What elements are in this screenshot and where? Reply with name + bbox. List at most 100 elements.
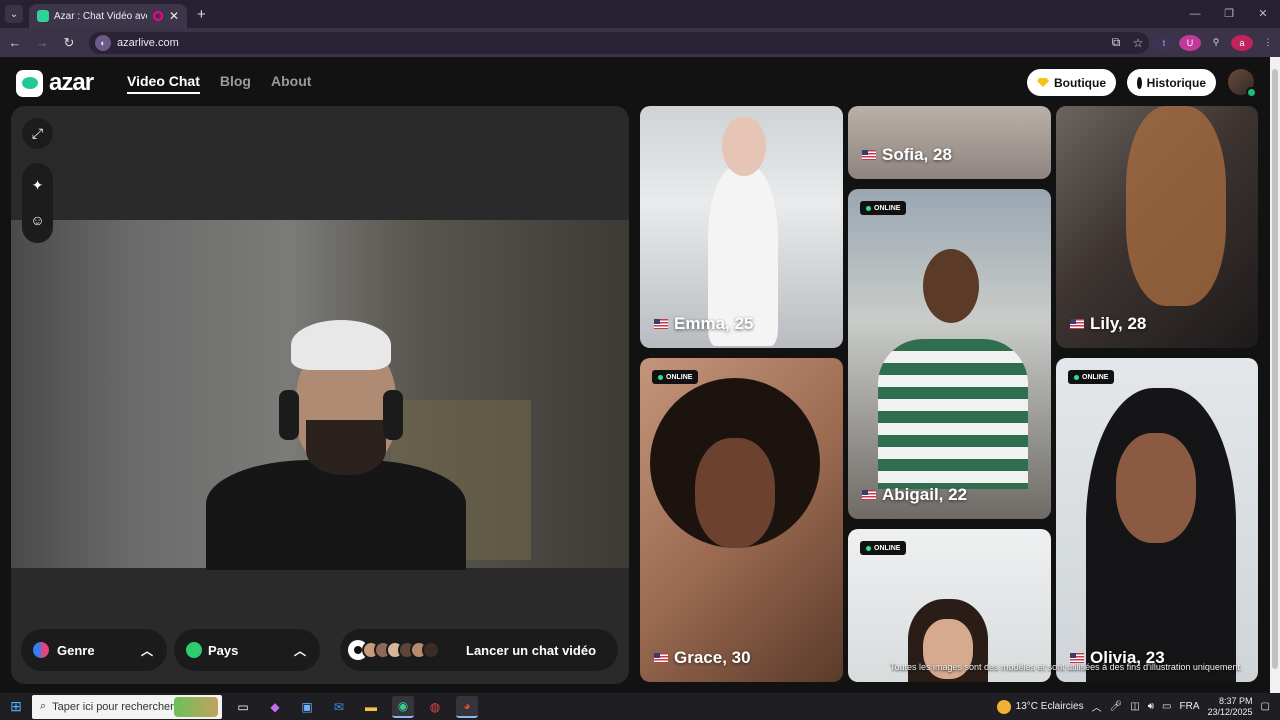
page-scrollbar[interactable] [1270,57,1280,693]
genre-filter[interactable]: Genre ︿ [21,629,167,671]
reload-icon[interactable]: ↻ [57,35,81,51]
browser-menu-icon[interactable]: ⋮ [1257,35,1279,51]
forward-icon[interactable]: → [30,35,54,50]
profile-card[interactable]: ONLINE Grace, 30 [640,358,843,682]
weather-widget[interactable]: 13°C Eclaircies [996,699,1084,714]
extension-t-icon[interactable]: t [1153,34,1175,51]
historique-label: Historique [1146,75,1206,90]
notifications-icon[interactable]: ▢ [1261,701,1270,712]
profile-name: Emma, 25 [654,314,753,334]
browser-tabbar: ⌄ Azar : Chat Vidéo avec de n ✕ + — ❐ ✕ [0,0,1280,28]
network-icon[interactable]: ◫ [1130,701,1139,712]
clock-time: 8:37 PM [1219,695,1253,706]
bookmark-star-icon[interactable]: ☆ [1127,36,1149,50]
tray-chevron-icon[interactable]: ︿ [1092,699,1102,714]
face-filter-icon[interactable]: ☺ [22,204,53,235]
genre-label: Genre [57,642,95,658]
webcam-preview [11,220,629,570]
disclaimer-text: Toutes les images sont des modèles et so… [890,662,1243,672]
store-icon[interactable]: ▣ [296,696,318,718]
profile-card[interactable]: Emma, 25 [640,106,843,348]
chevron-up-icon: ︿ [293,644,306,658]
us-flag-icon [1070,319,1084,329]
profile-name: Abigail, 22 [862,485,967,505]
azar-logo[interactable]: azar [16,69,94,97]
window-controls: — ❐ ✕ [1178,0,1280,28]
chrome-icon[interactable]: ◕ [456,695,478,718]
historique-button[interactable]: Historique [1127,69,1216,96]
windows-taskbar: ⊞ ⌕ Taper ici pour rechercher ▭ ◆ ▣ ✉ ▬ … [0,693,1280,720]
system-tray: 13°C Eclaircies ︿ 🎤︎ ◫ 🔊︎ ▭ FRA 8:37 PM … [996,693,1280,720]
nav-blog[interactable]: Blog [220,73,251,94]
profile-card[interactable]: ONLINE [848,529,1051,682]
profile-card[interactable]: ONLINE Olivia, 23 [1056,358,1258,682]
us-flag-icon [654,319,668,329]
profile-icon[interactable]: a [1231,34,1253,51]
fullscreen-icon[interactable]: ⤢ [22,118,53,149]
profile-name: Sofia, 28 [862,145,952,165]
us-flag-icon [862,150,876,160]
start-label: Lancer un chat vidéo [466,642,597,658]
boutique-button[interactable]: Boutique [1027,69,1116,96]
volume-icon[interactable]: 🔊︎ [1148,701,1154,712]
install-app-icon[interactable]: ⧉ [1105,35,1127,50]
clock-date: 23/12/2025 [1207,706,1253,717]
online-badge: ONLINE [652,370,699,384]
nav-about[interactable]: About [271,73,311,94]
back-icon[interactable]: ← [3,35,27,50]
search-highlight-image [174,696,218,717]
extension-u-icon[interactable]: U [1179,34,1201,51]
close-window-icon[interactable]: ✕ [1246,0,1280,28]
profile-name: Lily, 28 [1070,314,1146,334]
outlook-icon[interactable]: ✉ [328,696,350,718]
profile-name: Grace, 30 [654,648,751,668]
globe-icon [186,642,202,658]
sparkle-effects-icon[interactable]: ✦ [22,170,53,201]
diamond-icon [1037,78,1049,87]
search-placeholder: Taper ici pour rechercher [52,700,174,713]
profile-card[interactable]: ONLINE Abigail, 22 [848,189,1051,519]
gender-icon [33,642,49,658]
battery-icon[interactable]: ▭ [1162,701,1171,712]
profile-card[interactable]: Sofia, 28 [848,106,1051,179]
extensions-puzzle-icon[interactable]: ⚲ [1205,35,1227,51]
recording-icon [152,11,163,21]
address-bar-row: ← → ↻ ◐ azarlive.com ⧉ ☆ t U ⚲ a ⋮ [0,28,1280,57]
azar-favicon-icon [37,10,49,22]
language-indicator[interactable]: FRA [1180,701,1200,712]
online-badge: ONLINE [1068,370,1115,384]
file-explorer-icon[interactable]: ▬ [360,696,382,718]
minimize-icon[interactable]: — [1178,0,1212,28]
boutique-label: Boutique [1054,75,1106,90]
avatar-stack [348,640,440,660]
close-tab-icon[interactable]: ✕ [169,9,179,23]
search-icon: ⌕ [40,700,47,712]
task-view-icon[interactable]: ▭ [232,696,254,718]
taskbar-clock[interactable]: 8:37 PM 23/12/2025 [1208,696,1253,718]
tab-title: Azar : Chat Vidéo avec de n [54,10,147,22]
online-badge: ONLINE [860,201,907,215]
microphone-icon[interactable]: 🎤︎ [1110,701,1123,712]
user-avatar[interactable] [1228,69,1257,98]
us-flag-icon [654,653,668,663]
edge-icon[interactable]: ◉ [392,695,414,718]
taskbar-apps: ▭ ◆ ▣ ✉ ▬ ◉ ◍ ◕ [232,695,478,718]
start-video-chat-button[interactable]: Lancer un chat vidéo [340,629,618,671]
azar-logo-icon [16,69,43,97]
browser-tab[interactable]: Azar : Chat Vidéo avec de n ✕ [29,4,187,28]
site-info-icon[interactable]: ◐ [95,34,111,51]
tab-search-icon[interactable]: ⌄ [5,5,23,23]
weather-icon [996,699,1011,714]
profile-card[interactable]: Lily, 28 [1056,106,1258,348]
main-nav: Video Chat Blog About [127,73,311,94]
new-tab-icon[interactable]: + [197,6,206,23]
recorder-icon[interactable]: ◍ [424,696,446,718]
taskbar-search[interactable]: ⌕ Taper ici pour rechercher [32,694,222,719]
url-field[interactable]: ◐ azarlive.com ⧉ ☆ [89,31,1149,54]
windows-start-icon[interactable]: ⊞ [0,698,32,715]
pays-filter[interactable]: Pays ︿ [174,629,320,671]
copilot-icon[interactable]: ◆ [264,696,286,718]
restore-icon[interactable]: ❐ [1212,0,1246,28]
nav-video-chat[interactable]: Video Chat [127,73,200,94]
pays-label: Pays [208,642,239,658]
